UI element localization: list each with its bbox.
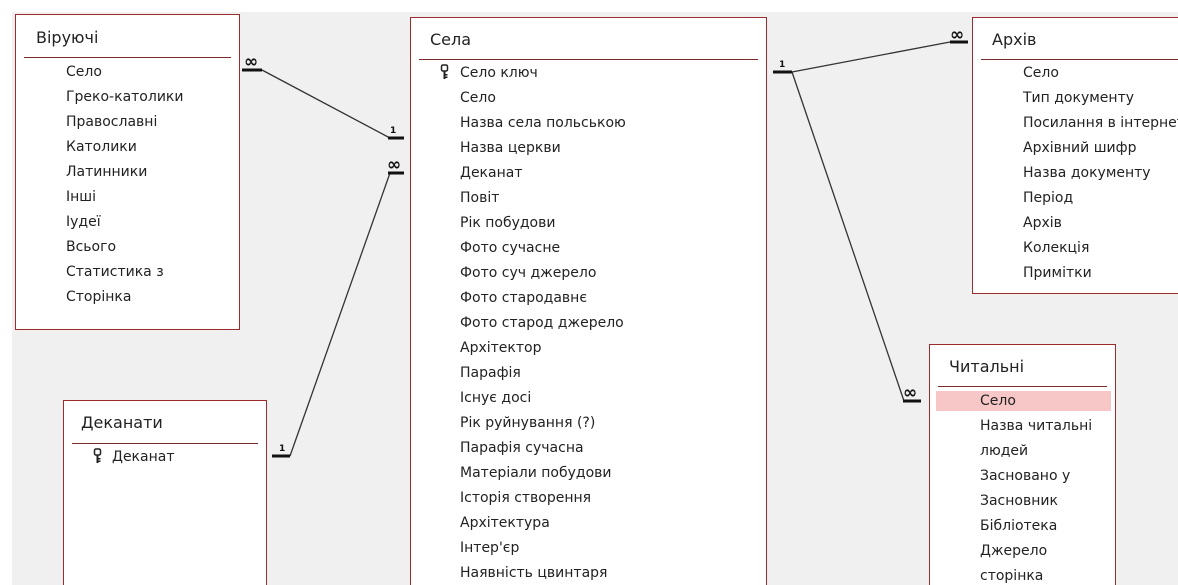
table-title: Села xyxy=(430,30,472,49)
field-item[interactable]: Парафія сучасна xyxy=(460,438,584,458)
key-icon xyxy=(440,64,449,79)
table-chytalni[interactable]: Читальні Село Назва читальні людей Засно… xyxy=(929,344,1116,585)
field-item[interactable]: Інші xyxy=(66,187,96,207)
relationship-line-dekanaty-sela[interactable] xyxy=(289,172,391,457)
field-item[interactable]: Період xyxy=(1023,188,1073,208)
field-item[interactable]: Рік побудови xyxy=(460,213,555,233)
field-item[interactable]: Історія створення xyxy=(460,488,591,508)
table-title: Деканати xyxy=(81,413,163,432)
field-item[interactable]: Православні xyxy=(66,112,157,132)
field-item[interactable]: Всього xyxy=(66,237,116,257)
field-item[interactable]: Наявність цвинтаря xyxy=(460,563,607,583)
field-item[interactable]: Село xyxy=(1023,63,1059,83)
field-item[interactable]: Примітки xyxy=(1023,263,1092,283)
field-item[interactable]: Назва церкви xyxy=(460,138,561,158)
field-item[interactable]: Засновано у xyxy=(980,466,1070,486)
many-label-chytalni: ∞ xyxy=(903,383,917,403)
title-divider xyxy=(72,443,258,444)
many-label-viruiuchi: ∞ xyxy=(244,52,258,72)
field-item[interactable]: Католики xyxy=(66,137,137,157)
one-label-sela-3: 1 xyxy=(779,60,785,70)
relationship-line-viruiuchi-sela[interactable] xyxy=(261,69,391,139)
field-item[interactable]: Засновник xyxy=(980,491,1058,511)
field-item[interactable]: Повіт xyxy=(460,188,499,208)
field-item[interactable]: Архівний шифр xyxy=(1023,138,1136,158)
title-divider xyxy=(981,59,1178,60)
field-item[interactable]: Латинники xyxy=(66,162,147,182)
field-item[interactable]: Бібліотека xyxy=(980,516,1057,536)
field-item[interactable]: Архів xyxy=(1023,213,1062,233)
table-title: Віруючі xyxy=(36,28,99,47)
field-item[interactable]: Архітектор xyxy=(460,338,541,358)
table-arkhiv[interactable]: Архів Село Тип документу Посилання в інт… xyxy=(972,17,1178,294)
one-label-dekanaty: 1 xyxy=(279,444,285,454)
selected-field[interactable]: Село xyxy=(936,391,1111,411)
title-divider xyxy=(419,59,758,60)
key-icon xyxy=(93,448,102,463)
field-item[interactable]: Посилання в інтернеті xyxy=(1023,113,1178,133)
field-item[interactable]: Колекція xyxy=(1023,238,1089,258)
field-item[interactable]: Греко-католики xyxy=(66,87,183,107)
table-title: Читальні xyxy=(949,357,1025,376)
field-item[interactable]: Село xyxy=(460,88,496,108)
field-item[interactable]: Фото старод джерело xyxy=(460,313,624,333)
many-label-sela: ∞ xyxy=(387,155,401,175)
title-divider xyxy=(938,386,1107,387)
relationship-line-sela-chytalni[interactable] xyxy=(791,71,905,402)
field-item[interactable]: людей xyxy=(980,441,1028,461)
field-item[interactable]: Матеріали побудови xyxy=(460,463,612,483)
relationships-canvas: ∞ 1 1 ∞ 1 ∞ ∞ Віруючі Село Греко-католик… xyxy=(0,0,1178,585)
table-sela[interactable]: Села Село ключ Село Назва села польською… xyxy=(410,17,767,585)
field-item[interactable]: Деканат xyxy=(460,163,522,183)
table-viruiuchi[interactable]: Віруючі Село Греко-католики Православні … xyxy=(15,14,240,330)
field-item[interactable]: сторінка xyxy=(980,566,1043,585)
field-item[interactable]: Назва читальні xyxy=(980,416,1092,436)
field-item[interactable]: Назва села польською xyxy=(460,113,626,133)
field-item[interactable]: Фото сучасне xyxy=(460,238,560,258)
field-item[interactable]: Джерело xyxy=(980,541,1047,561)
field-item[interactable]: Архітектура xyxy=(460,513,550,533)
field-item[interactable]: Сторінка xyxy=(66,287,131,307)
field-item[interactable]: Тип документу xyxy=(1023,88,1134,108)
key-field[interactable]: Деканат xyxy=(112,447,174,467)
relationship-line-sela-arkhiv[interactable] xyxy=(791,41,951,73)
field-item[interactable]: Інтер'єр xyxy=(460,538,519,558)
field-item[interactable]: Рік руйнування (?) xyxy=(460,413,595,433)
field-item[interactable]: Парафія xyxy=(460,363,521,383)
table-dekanaty[interactable]: Деканати Деканат xyxy=(63,400,267,585)
table-title: Архів xyxy=(992,30,1037,49)
many-label-arkhiv: ∞ xyxy=(950,25,964,45)
field-item[interactable]: Іудеї xyxy=(66,212,101,232)
key-field[interactable]: Село ключ xyxy=(460,63,538,83)
field-item[interactable]: Фото суч джерело xyxy=(460,263,596,283)
field-item[interactable]: Фото стародавнє xyxy=(460,288,587,308)
title-divider xyxy=(24,57,231,58)
one-label-sela-1: 1 xyxy=(390,126,396,136)
field-item[interactable]: Село xyxy=(66,62,102,82)
field-item[interactable]: Назва документу xyxy=(1023,163,1151,183)
field-item[interactable]: Статистика з xyxy=(66,262,164,282)
field-item[interactable]: Існує досі xyxy=(460,388,531,408)
